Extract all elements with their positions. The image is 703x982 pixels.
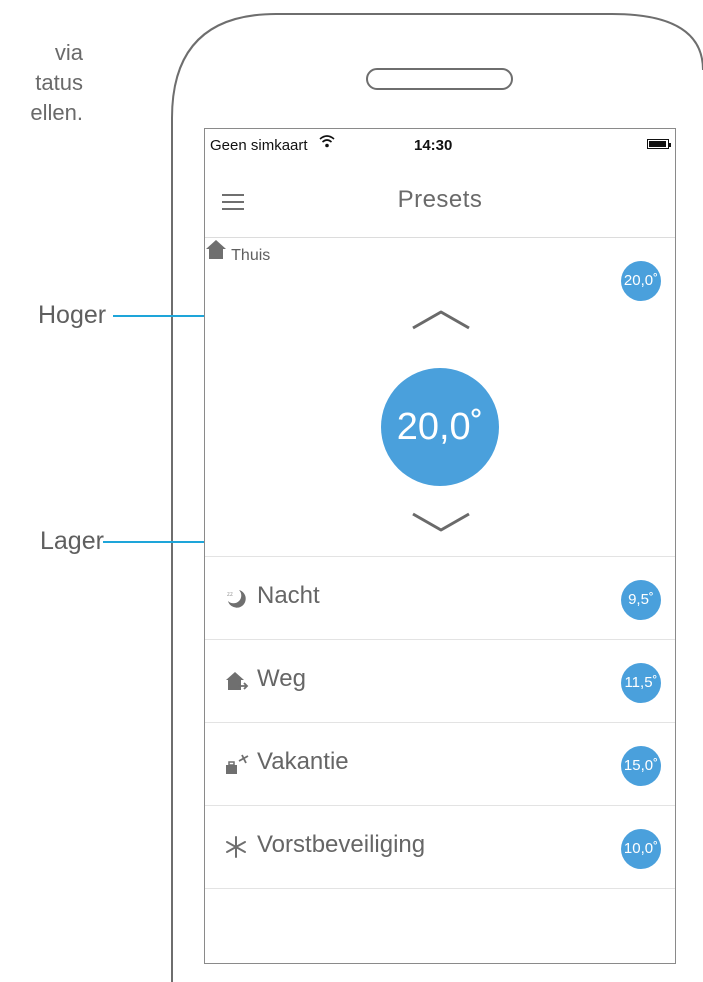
nav-bar: Presets: [205, 157, 675, 238]
preset-temp-badge[interactable]: 10,0˚: [621, 829, 661, 869]
preset-label: Thuis: [231, 247, 271, 264]
moon-icon: zz: [225, 587, 247, 609]
preset-expanded-thuis: Thuis 20,0˚ 20,0˚: [205, 238, 675, 556]
battery-icon: [647, 139, 671, 149]
preset-label: Vakantie: [257, 748, 349, 775]
preset-row-nacht[interactable]: zz Nacht 9,5˚: [205, 557, 675, 640]
home-icon: [205, 240, 231, 264]
svg-text:zz: zz: [227, 592, 233, 598]
preset-temp-badge[interactable]: 15,0˚: [621, 746, 661, 786]
preset-label: Nacht: [257, 582, 320, 609]
preset-row-vorstbeveiliging[interactable]: Vorstbeveiliging 10,0˚: [205, 806, 675, 889]
temperature-dial: 20,0˚: [381, 368, 499, 486]
status-time: 14:30: [414, 137, 453, 154]
phone-screen: Geen simkaart 14:30 Presets Thuis 20,0˚: [204, 128, 676, 964]
preset-temp-badge[interactable]: 9,5˚: [621, 580, 661, 620]
chevron-up-icon[interactable]: [411, 308, 471, 337]
vacation-icon: [225, 753, 249, 775]
away-icon: [225, 670, 249, 692]
page-title: Presets: [397, 186, 483, 213]
snowflake-icon: [225, 836, 247, 858]
preset-temp-badge[interactable]: 11,5˚: [621, 663, 661, 703]
carrier-label: Geen simkaart: [210, 137, 308, 154]
chevron-down-icon[interactable]: [411, 510, 471, 539]
callout-higher-label: Hoger: [38, 301, 107, 329]
wifi-icon: [319, 134, 335, 152]
preset-row-weg[interactable]: Weg 11,5˚: [205, 640, 675, 723]
callout-lower-label: Lager: [40, 527, 104, 555]
preset-label: Vorstbeveiliging: [257, 831, 426, 858]
status-bar: Geen simkaart 14:30: [205, 129, 675, 157]
preset-temp-badge[interactable]: 20,0˚: [621, 261, 661, 301]
preset-row-vakantie[interactable]: Vakantie 15,0˚: [205, 723, 675, 806]
preset-label: Weg: [257, 665, 306, 692]
speaker-slot: [366, 68, 513, 90]
